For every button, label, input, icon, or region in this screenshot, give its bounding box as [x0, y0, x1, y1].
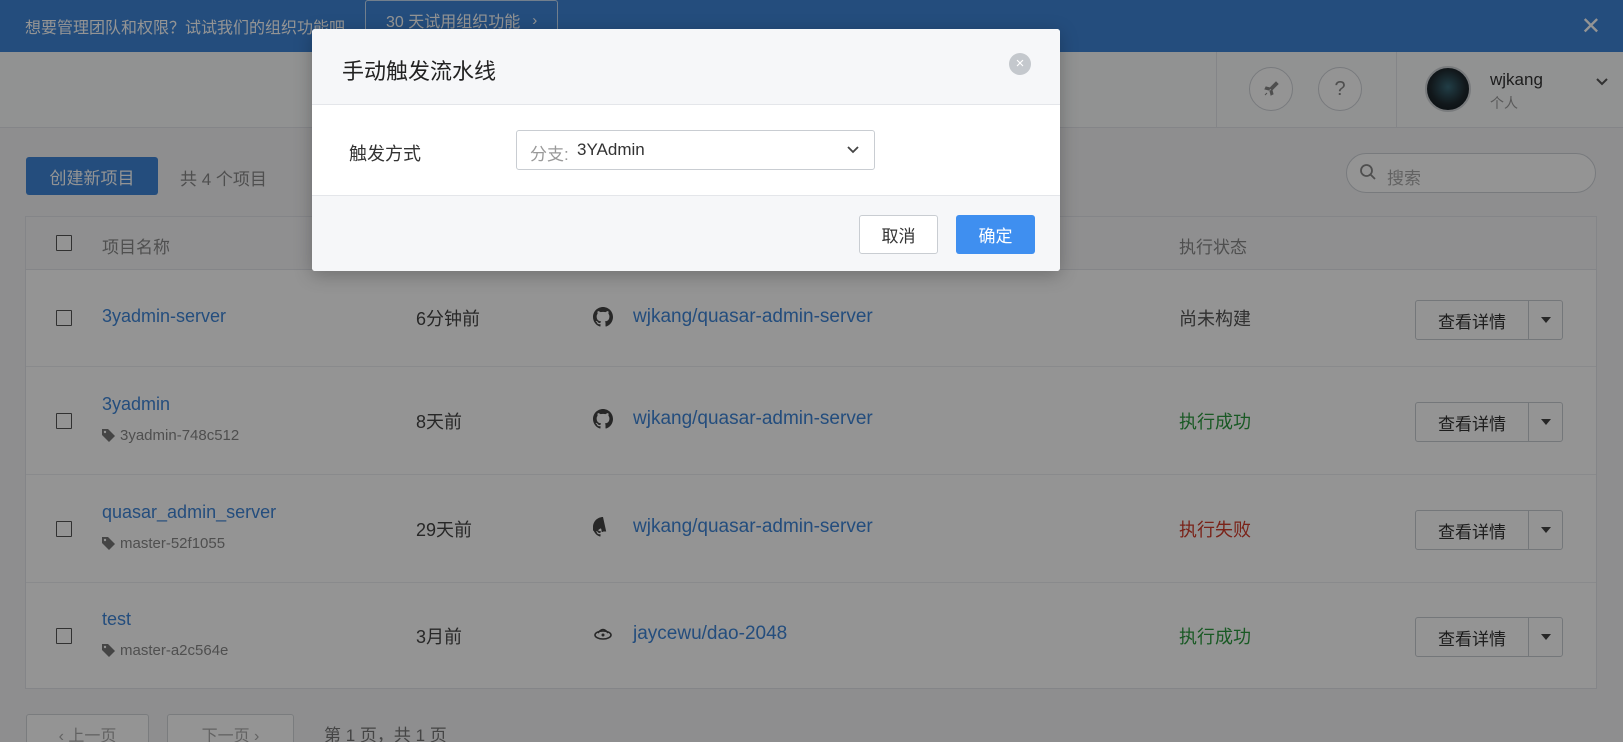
dialog-footer: 取消 确定	[312, 195, 1060, 271]
select-prefix: 分支:	[530, 145, 569, 164]
dialog-body: 触发方式 分支: 3YAdmin	[312, 105, 1060, 195]
trigger-pipeline-dialog: 手动触发流水线 × 触发方式 分支: 3YAdmin 取消 确定	[312, 29, 1060, 271]
trigger-branch-select[interactable]: 分支: 3YAdmin	[516, 130, 875, 170]
confirm-button[interactable]: 确定	[956, 215, 1035, 254]
trigger-method-label: 触发方式	[349, 144, 421, 164]
chevron-down-icon	[847, 146, 859, 154]
dialog-title: 手动触发流水线	[342, 59, 497, 84]
close-dialog-icon[interactable]: ×	[1009, 53, 1031, 75]
dialog-header: 手动触发流水线 ×	[312, 29, 1060, 105]
select-value: 3YAdmin	[577, 140, 645, 159]
cancel-button[interactable]: 取消	[859, 215, 938, 254]
